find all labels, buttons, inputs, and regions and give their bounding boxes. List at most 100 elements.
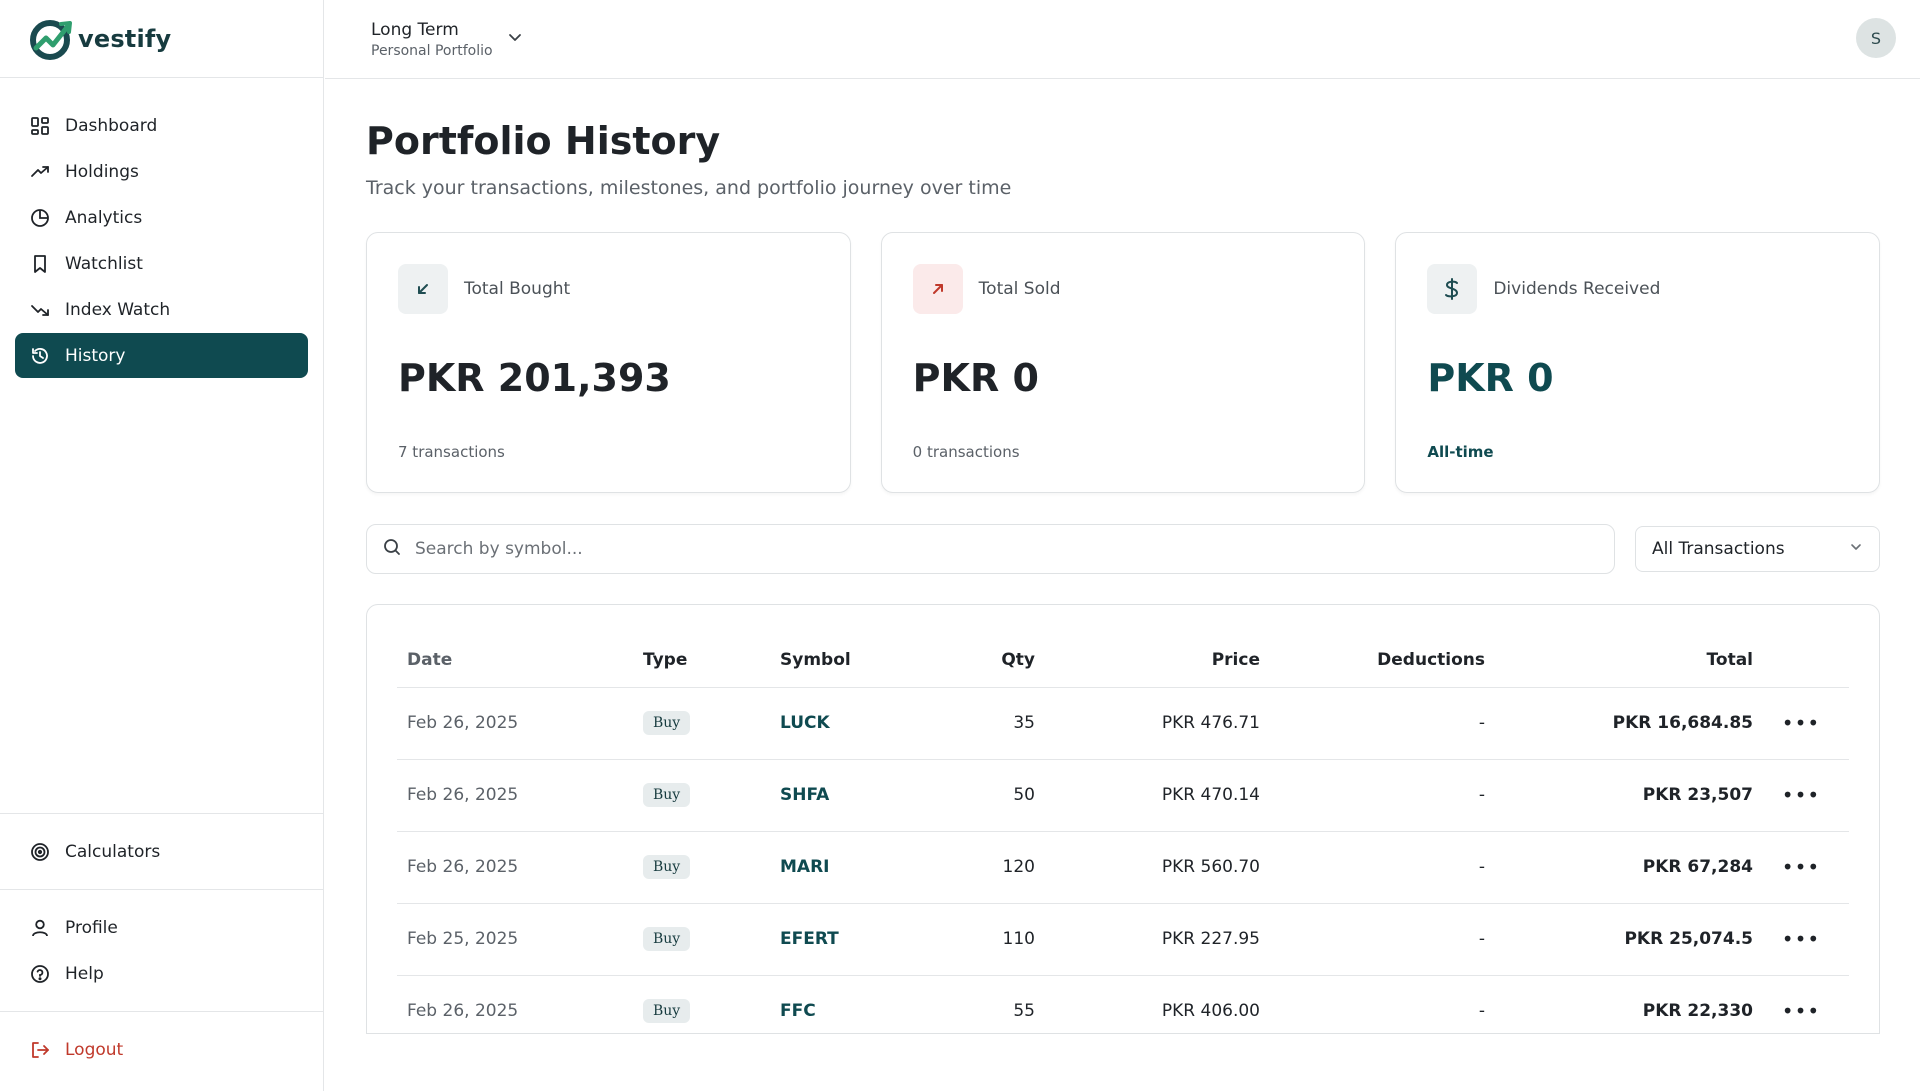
sidebar-item-analytics[interactable]: Analytics bbox=[15, 195, 308, 240]
table-row[interactable]: Feb 26, 2025 Buy SHFA 50 PKR 470.14 - PK… bbox=[397, 759, 1849, 832]
avatar[interactable]: S bbox=[1856, 18, 1896, 58]
cell-deductions: - bbox=[1260, 975, 1485, 1033]
target-icon bbox=[29, 841, 51, 863]
transactions-table: Date Type Symbol Qty Price Deductions To… bbox=[397, 605, 1849, 1033]
card-label: Total Bought bbox=[464, 279, 571, 299]
column-header-date[interactable]: Date bbox=[397, 605, 643, 688]
type-badge: Buy bbox=[643, 711, 691, 735]
sidebar: vestify Dashboard Holdings Analytics Wat… bbox=[0, 0, 324, 1091]
type-badge: Buy bbox=[643, 855, 691, 879]
page-title: Portfolio History bbox=[366, 119, 721, 163]
card-value: PKR 201,393 bbox=[398, 356, 671, 400]
transaction-type-select[interactable]: All Transactions bbox=[1635, 526, 1880, 572]
sidebar-item-label: Index Watch bbox=[65, 299, 171, 320]
type-badge: Buy bbox=[643, 927, 691, 951]
sidebar-item-holdings[interactable]: Holdings bbox=[15, 149, 308, 194]
sidebar-item-history[interactable]: History bbox=[15, 333, 308, 378]
card-label: Dividends Received bbox=[1493, 279, 1661, 299]
more-actions-icon[interactable]: ••• bbox=[1782, 855, 1820, 879]
column-header-price[interactable]: Price bbox=[1035, 605, 1260, 688]
cell-deductions: - bbox=[1260, 687, 1485, 760]
table-row[interactable]: Feb 25, 2025 Buy EFERT 110 PKR 227.95 - … bbox=[397, 903, 1849, 976]
logout-button[interactable]: Logout bbox=[15, 1027, 308, 1072]
sidebar-item-label: Dashboard bbox=[65, 115, 158, 136]
sidebar-item-watchlist[interactable]: Watchlist bbox=[15, 241, 308, 286]
dashboard-icon bbox=[29, 115, 51, 137]
column-header-deductions[interactable]: Deductions bbox=[1260, 605, 1485, 688]
table-row[interactable]: Feb 26, 2025 Buy MARI 120 PKR 560.70 - P… bbox=[397, 831, 1849, 904]
sidebar-bottom: Calculators Profile Help Logout bbox=[0, 813, 323, 1091]
search-input[interactable] bbox=[415, 539, 1565, 559]
topbar: Long Term Personal Portfolio S bbox=[325, 0, 1920, 79]
cell-symbol[interactable]: LUCK bbox=[780, 687, 930, 760]
summary-cards: Total Bought PKR 201,393 7 transactions … bbox=[366, 232, 1881, 493]
cell-qty: 35 bbox=[930, 687, 1035, 760]
logout-icon bbox=[29, 1039, 51, 1061]
sidebar-item-profile[interactable]: Profile bbox=[15, 905, 308, 950]
main-content: Portfolio History Track your transaction… bbox=[366, 79, 1881, 1034]
sidebar-logout-section: Logout bbox=[0, 1011, 323, 1091]
more-actions-icon[interactable]: ••• bbox=[1782, 999, 1820, 1023]
chevron-down-icon bbox=[1849, 539, 1863, 559]
cell-qty: 120 bbox=[930, 831, 1035, 904]
cell-price: PKR 476.71 bbox=[1035, 687, 1260, 760]
sidebar-item-help[interactable]: Help bbox=[15, 951, 308, 996]
sidebar-item-index-watch[interactable]: Index Watch bbox=[15, 287, 308, 332]
cell-total: PKR 67,284 bbox=[1485, 831, 1753, 904]
sidebar-account: Profile Help bbox=[0, 889, 323, 1011]
column-header-total[interactable]: Total bbox=[1485, 605, 1753, 688]
cell-symbol[interactable]: EFERT bbox=[780, 903, 930, 976]
brand-logo-icon bbox=[30, 18, 76, 60]
card-footnote: 7 transactions bbox=[398, 443, 505, 461]
sidebar-item-label: History bbox=[65, 345, 126, 366]
card-value: PKR 0 bbox=[912, 356, 1039, 400]
cell-symbol[interactable]: SHFA bbox=[780, 759, 930, 832]
cell-date: Feb 26, 2025 bbox=[397, 687, 643, 760]
cell-total: PKR 23,507 bbox=[1485, 759, 1753, 832]
cell-qty: 55 bbox=[930, 975, 1035, 1033]
total-sold-card: Total Sold PKR 0 0 transactions bbox=[880, 232, 1366, 493]
sidebar-nav: Dashboard Holdings Analytics Watchlist I… bbox=[0, 78, 323, 378]
cell-qty: 110 bbox=[930, 903, 1035, 976]
more-actions-icon[interactable]: ••• bbox=[1782, 927, 1820, 951]
sidebar-item-label: Analytics bbox=[65, 207, 143, 228]
table-row[interactable]: Feb 26, 2025 Buy LUCK 35 PKR 476.71 - PK… bbox=[397, 687, 1849, 760]
portfolio-selector[interactable]: Long Term Personal Portfolio bbox=[371, 20, 523, 59]
column-header-actions bbox=[1753, 605, 1849, 688]
sidebar-item-label: Holdings bbox=[65, 161, 139, 182]
more-actions-icon[interactable]: ••• bbox=[1782, 783, 1820, 807]
help-circle-icon bbox=[29, 963, 51, 985]
brand-name: vestify bbox=[78, 24, 172, 53]
logo[interactable]: vestify bbox=[0, 0, 323, 78]
sidebar-item-dashboard[interactable]: Dashboard bbox=[15, 103, 308, 148]
cell-price: PKR 406.00 bbox=[1035, 975, 1260, 1033]
pie-chart-icon bbox=[29, 207, 51, 229]
more-actions-icon[interactable]: ••• bbox=[1782, 711, 1820, 735]
sidebar-item-calculators[interactable]: Calculators bbox=[15, 829, 308, 874]
cell-deductions: - bbox=[1260, 831, 1485, 904]
arrow-up-right-icon bbox=[912, 264, 963, 314]
column-header-symbol[interactable]: Symbol bbox=[780, 605, 930, 688]
trending-up-icon bbox=[29, 161, 51, 183]
sidebar-item-label: Watchlist bbox=[65, 253, 143, 274]
cell-symbol[interactable]: FFC bbox=[780, 975, 930, 1033]
cell-total: PKR 22,330 bbox=[1485, 975, 1753, 1033]
dividends-card: Dividends Received PKR 0 All-time bbox=[1395, 232, 1881, 493]
arrow-down-left-icon bbox=[398, 264, 448, 314]
transaction-type-value: All Transactions bbox=[1652, 539, 1785, 559]
card-footnote: 0 transactions bbox=[912, 443, 1020, 461]
total-bought-card: Total Bought PKR 201,393 7 transactions bbox=[366, 232, 851, 493]
cell-date: Feb 26, 2025 bbox=[397, 831, 643, 904]
column-header-type[interactable]: Type bbox=[643, 605, 780, 688]
filters-bar: All Transactions bbox=[366, 524, 1880, 574]
sidebar-item-label: Calculators bbox=[65, 841, 161, 862]
cell-symbol[interactable]: MARI bbox=[780, 831, 930, 904]
type-badge: Buy bbox=[643, 999, 691, 1023]
sidebar-item-label: Profile bbox=[65, 917, 118, 938]
cell-date: Feb 25, 2025 bbox=[397, 903, 643, 976]
table-row[interactable]: Feb 26, 2025 Buy FFC 55 PKR 406.00 - PKR… bbox=[397, 975, 1849, 1033]
card-value: PKR 0 bbox=[1427, 356, 1554, 400]
cell-date: Feb 26, 2025 bbox=[397, 975, 643, 1033]
column-header-qty[interactable]: Qty bbox=[930, 605, 1035, 688]
user-icon bbox=[29, 917, 51, 939]
